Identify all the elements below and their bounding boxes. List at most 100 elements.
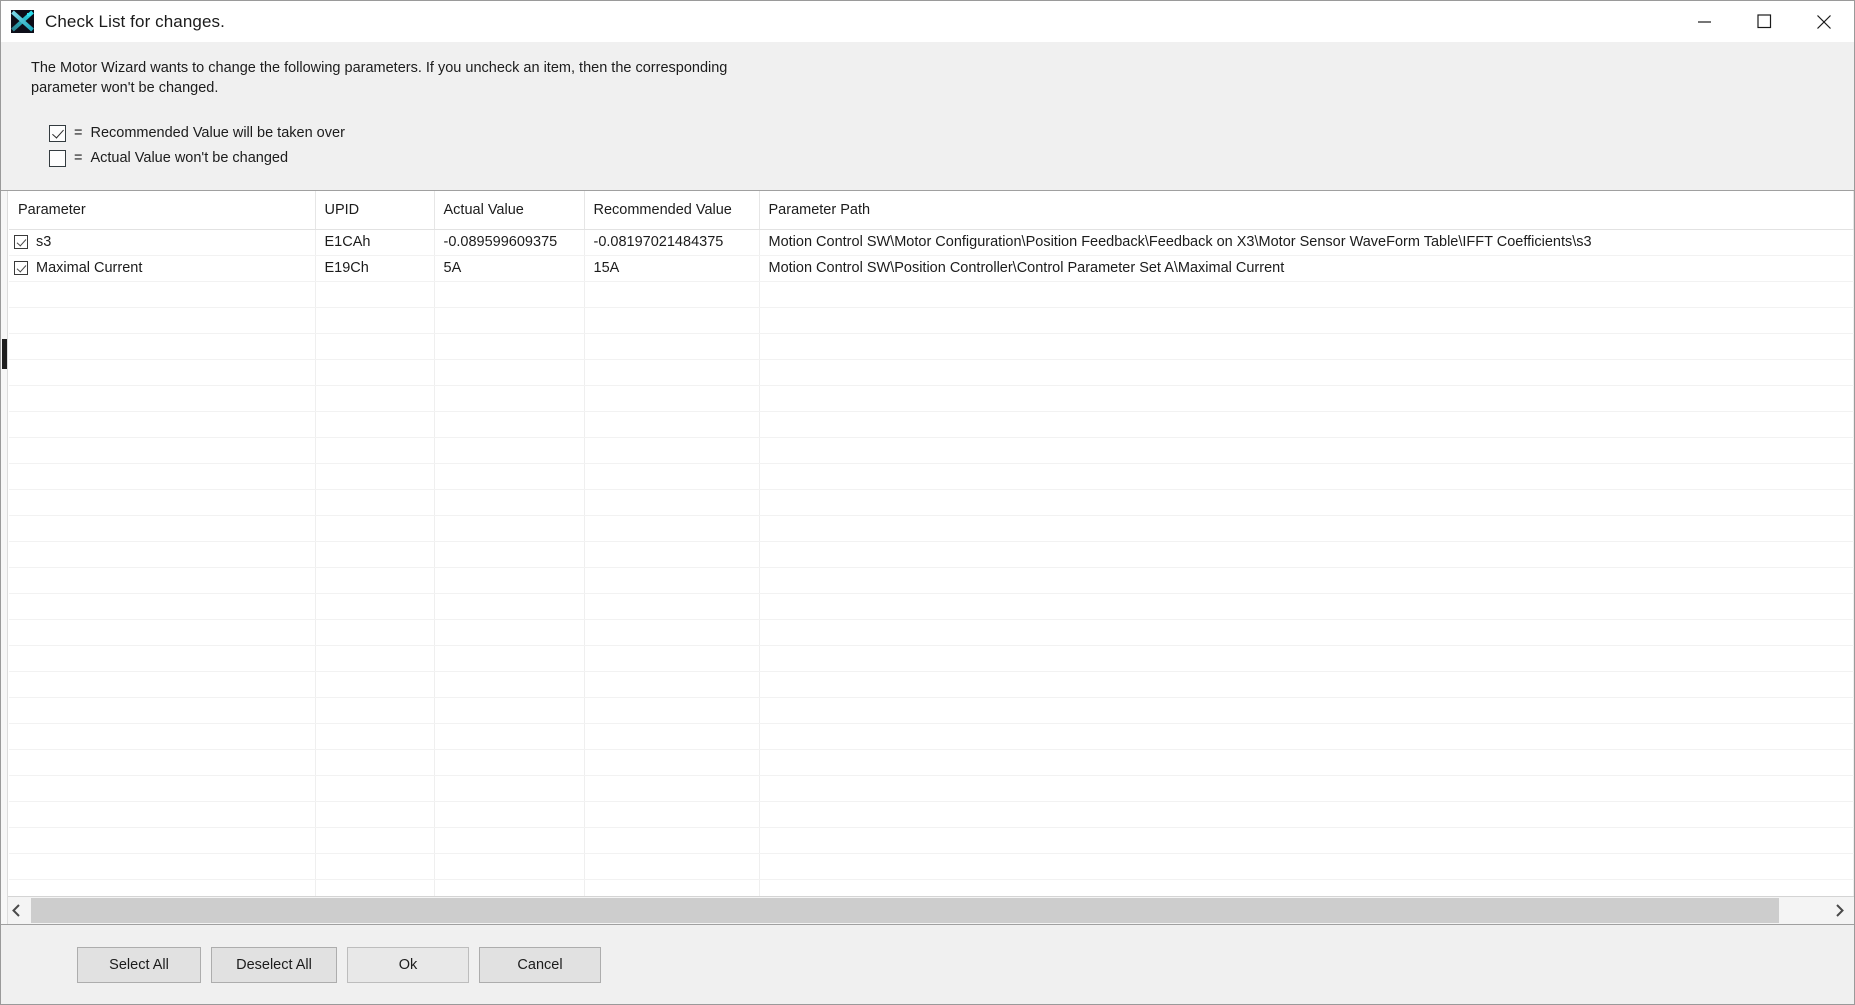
table-row-empty[interactable] xyxy=(9,307,1854,334)
cell-empty xyxy=(759,775,1854,802)
instruction-line-2: parameter won't be changed. xyxy=(31,80,219,96)
legend-label-checked: Recommended Value will be taken over xyxy=(90,125,345,141)
table-row-empty[interactable] xyxy=(9,697,1854,724)
cell-empty xyxy=(315,619,435,646)
title-bar-left: Check List for changes. xyxy=(1,10,225,33)
table-row-empty[interactable] xyxy=(9,515,1854,542)
cell-empty xyxy=(9,515,316,542)
cell-parameter-path: Motion Control SW\Motor Configuration\Po… xyxy=(759,229,1854,256)
table-row-empty[interactable] xyxy=(9,879,1854,896)
table-row-empty[interactable] xyxy=(9,359,1854,386)
cell-empty xyxy=(759,333,1854,360)
table-row-empty[interactable] xyxy=(9,645,1854,672)
cell-empty xyxy=(434,775,585,802)
cell-empty xyxy=(584,853,760,880)
cell-empty xyxy=(315,489,435,516)
cell-empty xyxy=(9,567,316,594)
horizontal-scrollbar-track[interactable] xyxy=(31,897,1824,924)
vertical-scrollbar[interactable] xyxy=(1,191,8,924)
window-title: Check List for changes. xyxy=(45,11,225,31)
parameter-cell-content: Maximal Current xyxy=(14,260,314,276)
cell-parameter: Maximal Current xyxy=(9,255,316,282)
column-header-upid[interactable]: UPID xyxy=(315,191,435,230)
parameter-cell-content: s3 xyxy=(14,234,314,250)
cell-empty xyxy=(315,827,435,854)
table-row-empty[interactable] xyxy=(9,827,1854,854)
table-row[interactable]: Maximal Current E19Ch 5A 15A Motion Control … xyxy=(9,255,1854,282)
minimize-icon[interactable] xyxy=(1674,1,1734,42)
table-row-empty[interactable] xyxy=(9,723,1854,750)
table-row-empty[interactable] xyxy=(9,541,1854,568)
cell-empty xyxy=(584,671,760,698)
table-row-empty[interactable] xyxy=(9,853,1854,880)
cell-empty xyxy=(434,437,585,464)
cell-empty xyxy=(434,697,585,724)
table-row-empty[interactable] xyxy=(9,801,1854,828)
cell-recommended-value: 15A xyxy=(584,255,760,282)
cell-empty xyxy=(759,671,1854,698)
cell-empty xyxy=(434,853,585,880)
cell-empty xyxy=(315,671,435,698)
cell-empty xyxy=(315,307,435,334)
row-checkbox-icon[interactable] xyxy=(14,261,28,275)
table-row-empty[interactable] xyxy=(9,749,1854,776)
close-icon[interactable] xyxy=(1794,1,1854,42)
cell-empty xyxy=(584,723,760,750)
table-row[interactable]: s3 E1CAh -0.089599609375 -0.08197021484375 M… xyxy=(9,229,1854,256)
column-header-recommended-value[interactable]: Recommended Value xyxy=(584,191,760,230)
column-header-actual-value[interactable]: Actual Value xyxy=(434,191,585,230)
cell-actual-value: -0.089599609375 xyxy=(434,229,585,256)
cell-empty xyxy=(759,307,1854,334)
cell-empty xyxy=(434,411,585,438)
table-row-empty[interactable] xyxy=(9,411,1854,438)
cell-empty xyxy=(9,385,316,412)
table-row-empty[interactable] xyxy=(9,437,1854,464)
vertical-scrollbar-thumb[interactable] xyxy=(2,339,7,369)
cell-empty xyxy=(434,593,585,620)
table-row-empty[interactable] xyxy=(9,333,1854,360)
cell-empty xyxy=(759,567,1854,594)
table-row-empty[interactable] xyxy=(9,281,1854,308)
cell-empty xyxy=(9,333,316,360)
cell-empty xyxy=(9,411,316,438)
table-row-empty[interactable] xyxy=(9,489,1854,516)
table-row-empty[interactable] xyxy=(9,619,1854,646)
table-row-empty[interactable] xyxy=(9,775,1854,802)
column-header-parameter[interactable]: Parameter xyxy=(9,191,316,230)
cell-empty xyxy=(9,463,316,490)
legend-checkbox-checked-icon xyxy=(49,124,66,142)
maximize-icon[interactable] xyxy=(1734,1,1794,42)
cell-empty xyxy=(9,645,316,672)
cell-empty xyxy=(759,853,1854,880)
cell-empty xyxy=(9,775,316,802)
cell-empty xyxy=(584,411,760,438)
table-row-empty[interactable] xyxy=(9,567,1854,594)
deselect-all-button[interactable]: Deselect All xyxy=(211,946,337,983)
parameter-table-panel: Parameter UPID Actual Value Recommended … xyxy=(1,190,1854,925)
cell-empty xyxy=(9,489,316,516)
cell-empty xyxy=(759,723,1854,750)
footer-buttons: Select All Deselect All Ok Cancel xyxy=(1,925,1854,1004)
select-all-button[interactable]: Select All xyxy=(77,946,201,983)
ok-button[interactable]: Ok xyxy=(347,946,469,983)
cell-empty xyxy=(9,879,316,896)
chevron-right-icon[interactable] xyxy=(1824,897,1854,924)
row-checkbox-icon[interactable] xyxy=(14,235,28,249)
cell-empty xyxy=(9,801,316,828)
table-row-empty[interactable] xyxy=(9,671,1854,698)
cell-empty xyxy=(759,463,1854,490)
cell-empty xyxy=(434,463,585,490)
cell-empty xyxy=(315,749,435,776)
cell-empty xyxy=(759,489,1854,516)
table-row-empty[interactable] xyxy=(9,463,1854,490)
horizontal-scrollbar-thumb[interactable] xyxy=(31,898,1780,923)
cell-actual-value: 5A xyxy=(434,255,585,282)
table-row-empty[interactable] xyxy=(9,385,1854,412)
column-header-parameter-path[interactable]: Parameter Path xyxy=(759,191,1854,230)
cancel-button[interactable]: Cancel xyxy=(479,946,601,983)
horizontal-scrollbar[interactable] xyxy=(1,896,1854,924)
cell-empty xyxy=(315,723,435,750)
cell-empty xyxy=(584,489,760,516)
cell-empty xyxy=(9,307,316,334)
table-row-empty[interactable] xyxy=(9,593,1854,620)
